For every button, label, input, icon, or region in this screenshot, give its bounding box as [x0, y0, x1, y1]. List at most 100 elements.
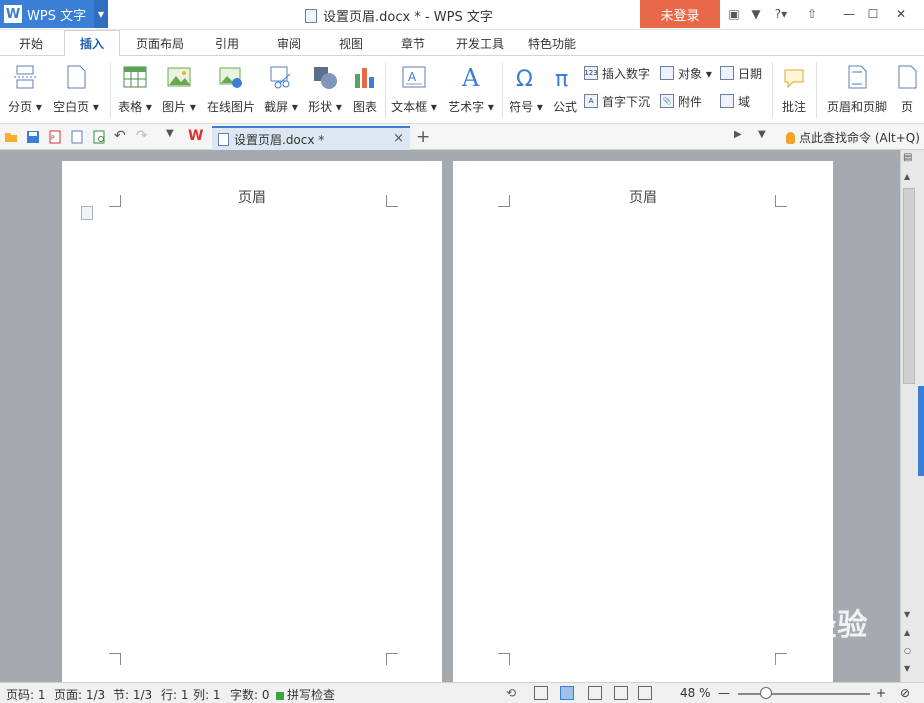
formula-button[interactable]: π 公式 [550, 60, 580, 118]
spell-check-status[interactable]: 拼写检查 [276, 686, 335, 703]
row-status[interactable]: 行: 1 [161, 686, 189, 703]
scroll-down-icon[interactable]: ▼ [904, 610, 910, 619]
document-icon [218, 133, 229, 146]
reading-mode-icon[interactable] [638, 686, 652, 700]
symbol-button[interactable]: Ω 符号 ▾ [506, 60, 546, 118]
scroll-up-icon[interactable]: ▲ [904, 172, 910, 181]
wordart-button[interactable]: A 艺术字 ▾ [446, 60, 496, 118]
word-count-status[interactable]: 字数: 0 [230, 686, 270, 703]
wps-w-icon[interactable]: W [188, 128, 203, 144]
page-break-button[interactable]: 分页 ▾ [6, 60, 44, 118]
close-icon[interactable]: ✕ [890, 4, 912, 24]
screenshot-button[interactable]: 截屏 ▾ [262, 60, 300, 118]
save-icon[interactable] [26, 130, 40, 144]
window-title: 设置页眉.docx * - WPS 文字 [305, 6, 493, 25]
section-status[interactable]: 节: 1/3 [113, 686, 152, 703]
document-page-1[interactable]: 页眉 [62, 161, 442, 682]
split-view-icon[interactable]: ▤ [903, 152, 912, 163]
zoom-slider-track[interactable] [738, 693, 870, 695]
undo-icon[interactable]: ↶ [114, 128, 128, 144]
wps-logo-icon: W [4, 5, 22, 23]
page-number-status[interactable]: 页码: 1 [6, 686, 46, 703]
side-panel-toggle[interactable] [918, 386, 924, 476]
comment-icon [781, 64, 807, 90]
attachment-button[interactable]: 📎 附件 [660, 90, 702, 112]
vertical-scrollbar[interactable]: ▤ ▲ ▼ ▲ ○ ▼ [900, 150, 924, 682]
online-picture-icon [218, 64, 244, 90]
scrollbar-thumb[interactable] [903, 188, 915, 384]
close-tab-icon[interactable]: × [393, 131, 404, 146]
margin-corner-mark [775, 195, 787, 207]
chevron-down-icon[interactable]: ▼ [166, 128, 180, 142]
tab-features[interactable]: 特色功能 [522, 30, 582, 56]
field-button[interactable]: 域 [720, 90, 750, 112]
tab-home[interactable]: 开始 [4, 30, 58, 56]
web-view-icon[interactable] [614, 686, 628, 700]
object-button[interactable]: 对象 ▾ [660, 62, 712, 84]
tab-insert[interactable]: 插入 [64, 30, 120, 57]
pi-icon: π [552, 64, 578, 92]
comment-toggle-icon[interactable]: ▼ [758, 129, 772, 143]
skin-icon[interactable]: ▣ [726, 6, 742, 22]
tab-page-layout[interactable]: 页面布局 [128, 30, 192, 56]
help-icon[interactable]: ?▾ [770, 6, 792, 22]
zoom-in-icon[interactable]: + [876, 686, 886, 700]
format-painter-icon[interactable]: ▶ [734, 129, 748, 143]
header-footer-button[interactable]: 页眉和页脚 [824, 60, 890, 118]
tab-view[interactable]: 视图 [328, 30, 374, 56]
print-preview-icon[interactable] [92, 130, 106, 144]
redo-icon[interactable]: ↷ [136, 128, 150, 144]
insert-number-button[interactable]: 123 插入数字 [584, 62, 650, 84]
header-options-icon[interactable] [81, 206, 93, 220]
shirt-icon[interactable]: ▼ [748, 6, 764, 22]
upload-icon[interactable]: ⇧ [804, 6, 820, 22]
add-tab-icon[interactable]: + [416, 127, 430, 147]
fullscreen-icon[interactable] [534, 686, 548, 700]
next-page-icon[interactable]: ▼ [904, 664, 910, 673]
zoom-level[interactable]: 48 % [680, 686, 711, 700]
tab-review[interactable]: 审阅 [266, 30, 312, 56]
wordart-label: 艺术字 ▾ [448, 100, 494, 114]
date-button[interactable]: 日期 [720, 62, 762, 84]
chart-icon [352, 64, 378, 90]
comment-button[interactable]: 批注 [778, 60, 810, 118]
scissors-icon [268, 64, 294, 90]
outline-view-icon[interactable] [588, 686, 602, 700]
select-browse-icon[interactable]: ○ [904, 646, 911, 655]
tab-chapter[interactable]: 章节 [390, 30, 436, 56]
pages-status[interactable]: 页面: 1/3 [54, 686, 105, 703]
margin-corner-mark [498, 653, 510, 665]
status-options-icon[interactable]: ⊘ [900, 686, 910, 700]
maximize-icon[interactable]: ☐ [862, 4, 884, 24]
app-menu-button[interactable]: W WPS 文字 ▼ [0, 0, 108, 28]
textbox-button[interactable]: A 文本框 ▾ [390, 60, 438, 118]
previous-page-icon[interactable]: ▲ [904, 628, 910, 637]
shapes-button[interactable]: 形状 ▾ [306, 60, 344, 118]
document-tab[interactable]: 设置页眉.docx * × [212, 126, 410, 150]
field-icon [720, 94, 734, 108]
open-folder-icon[interactable] [4, 130, 18, 144]
pdf-export-icon[interactable]: P [48, 130, 62, 144]
online-picture-button[interactable]: 在线图片 [204, 60, 258, 118]
zoom-slider-knob[interactable] [760, 687, 772, 699]
chart-button[interactable]: 图表 [350, 60, 380, 118]
tab-developer[interactable]: 开发工具 [450, 30, 510, 56]
tab-references[interactable]: 引用 [204, 30, 250, 56]
page-view-icon[interactable] [560, 686, 574, 700]
login-button[interactable]: 未登录 [640, 0, 720, 28]
print-icon[interactable] [70, 130, 84, 144]
minimize-icon[interactable]: — [838, 4, 860, 24]
picture-button[interactable]: 图片 ▾ [160, 60, 198, 118]
find-command-box[interactable]: 点此查找命令 (Alt+Q) [786, 129, 920, 146]
ribbon-divider [502, 62, 503, 118]
column-status[interactable]: 列: 1 [193, 686, 221, 703]
table-button[interactable]: 表格 ▾ [116, 60, 154, 118]
history-icon[interactable]: ⟲ [506, 686, 520, 700]
drop-cap-button[interactable]: A 首字下沉 [584, 90, 650, 112]
chevron-down-icon[interactable]: ▼ [94, 0, 108, 28]
zoom-out-icon[interactable]: — [718, 686, 730, 700]
blank-page-button[interactable]: 空白页 ▾ [50, 60, 102, 118]
table-icon [122, 64, 148, 90]
page-number-button[interactable]: 页 [894, 60, 920, 118]
header-footer-icon [844, 64, 870, 90]
